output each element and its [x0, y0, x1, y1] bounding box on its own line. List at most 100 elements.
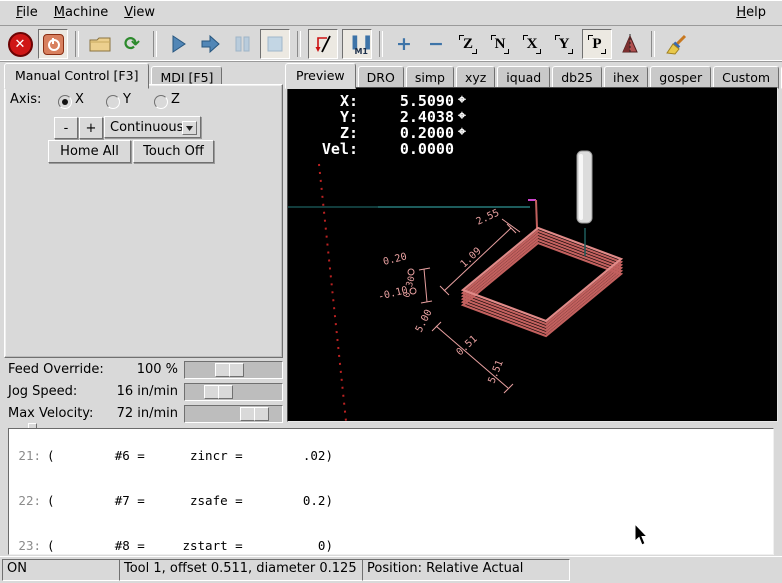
view-z-rotated-button[interactable]: N [486, 30, 514, 58]
feed-override-slider[interactable] [184, 361, 283, 379]
menu-file[interactable]: File [8, 2, 46, 23]
estop-button[interactable]: ✕ [6, 30, 34, 58]
tab-iquad[interactable]: iquad [497, 66, 550, 89]
max-velocity-label: Max Velocity: [8, 406, 93, 421]
step-button[interactable] [196, 30, 224, 58]
menu-help[interactable]: Help [728, 2, 774, 23]
folder-icon [89, 35, 111, 53]
mouse-cursor [634, 524, 650, 548]
tab-ihex[interactable]: ihex [604, 66, 648, 89]
axis-z-radio[interactable] [154, 95, 168, 113]
jog-speed-value: 16 in/min [117, 384, 178, 399]
m1-icon: ❚❚ M1 [346, 33, 368, 55]
view-perspective-button[interactable]: P [582, 29, 612, 59]
stop-icon [266, 35, 284, 53]
view-z-icon: Z [460, 35, 476, 54]
skip-lines-icon [313, 34, 333, 54]
reload-icon: ⟳ [124, 35, 140, 54]
zoom-in-icon: + [396, 35, 412, 54]
reload-button[interactable]: ⟳ [118, 30, 146, 58]
dim-x-end: 5.51 [487, 359, 506, 385]
homed-icon: ⌖ [458, 109, 466, 125]
jog-minus-button[interactable]: - [54, 117, 78, 139]
preview-canvas[interactable]: 2.55 1.09 0.20 0.30 -0.10 5.00 0.51 5.51… [287, 87, 778, 422]
dro-row-x: X: 5.5090 ⌖ [294, 93, 466, 109]
gcode-line: 21:( #6 = zincr = .02) [11, 448, 468, 463]
axis-label: Axis: [10, 92, 41, 107]
toolbar-separator [153, 31, 157, 57]
homed-icon: ⌖ [458, 93, 466, 109]
jog-speed-slider[interactable] [184, 383, 283, 401]
open-file-button[interactable] [86, 30, 114, 58]
clear-plot-button[interactable] [662, 30, 690, 58]
jog-plus-button[interactable]: + [79, 117, 103, 139]
feed-override-value: 100 % [137, 362, 178, 377]
rotate-view-button[interactable] [616, 30, 644, 58]
tool-info-cell: Tool 1, offset 0.511, diameter 0.125 [119, 559, 365, 581]
gcode-line: 23:( #8 = zstart = 0) [11, 538, 468, 553]
feed-override-label: Feed Override: [8, 362, 104, 377]
estop-icon: ✕ [8, 32, 33, 57]
jog-mode-dropdown[interactable]: Continuous [104, 116, 201, 138]
tab-db25[interactable]: db25 [552, 66, 602, 89]
home-all-button[interactable]: Home All [48, 140, 131, 163]
toolbar-separator [297, 31, 301, 57]
axis-y-label[interactable]: Y [123, 92, 131, 107]
dim-z-bottom: -0.10 [377, 285, 409, 303]
axis-x-label[interactable]: X [75, 92, 84, 107]
step-arrow-icon [199, 34, 221, 54]
view-x-button[interactable]: X [518, 30, 546, 58]
toolbar-separator [651, 31, 655, 57]
menu-bar: File Machine View Help [0, 0, 782, 26]
gcode-line: 22:( #7 = zsafe = 0.2) [11, 493, 468, 508]
pause-button[interactable] [228, 30, 256, 58]
slider-thumb[interactable] [229, 363, 244, 377]
tab-gosper[interactable]: gosper [650, 66, 711, 89]
machine-power-button[interactable] [38, 29, 68, 59]
max-velocity-slider[interactable] [184, 405, 283, 423]
slider-thumb[interactable] [240, 407, 255, 421]
axis-x-radio[interactable] [58, 95, 72, 113]
chevron-down-icon [182, 121, 197, 135]
position-mode-cell: Position: Relative Actual [362, 559, 570, 581]
slider-thumb[interactable] [218, 385, 233, 399]
tab-manual-control[interactable]: Manual Control [F3] [4, 63, 149, 89]
power-icon [43, 34, 64, 55]
skip-lines-button[interactable] [308, 29, 338, 59]
tab-xyz[interactable]: xyz [456, 66, 495, 89]
dro-readout: X: 5.5090 ⌖ Y: 2.4038 ⌖ Z: 0.2000 ⌖ Vel:… [294, 93, 466, 157]
view-z-button[interactable]: Z [454, 30, 482, 58]
slider-thumb[interactable] [254, 407, 269, 421]
slider-thumb[interactable] [215, 363, 230, 377]
tab-preview[interactable]: Preview [285, 63, 356, 89]
pause-icon [233, 35, 251, 53]
axis-z-label[interactable]: Z [171, 92, 180, 107]
axis-y-radio[interactable] [106, 95, 120, 113]
zoom-out-icon: − [428, 35, 444, 54]
feed-override-row: Feed Override: 100 % [0, 361, 284, 379]
dim-top-edge: 2.55 [475, 208, 501, 228]
broom-icon [664, 33, 688, 55]
tab-custom[interactable]: Custom [713, 66, 779, 89]
zoom-out-button[interactable]: − [422, 30, 450, 58]
status-bar: ON Tool 1, offset 0.511, diameter 0.125 … [0, 556, 782, 583]
tab-dro[interactable]: DRO [358, 66, 404, 89]
run-button[interactable] [164, 30, 192, 58]
view-y-button[interactable]: Y [550, 30, 578, 58]
view-perspective-icon: P [589, 35, 604, 54]
gcode-lines: 21:( #6 = zincr = .02) 22:( #7 = zsafe =… [11, 428, 468, 555]
menu-view[interactable]: View [116, 2, 163, 23]
toolbar: ✕ ⟳ [0, 27, 782, 62]
stop-button[interactable] [260, 29, 290, 59]
dro-row-vel: Vel: 0.0000 [294, 141, 466, 157]
slider-thumb[interactable] [204, 385, 219, 399]
right-tab-bar: Preview DRO simp xyz iquad db25 ihex gos… [285, 63, 782, 89]
menu-machine[interactable]: Machine [46, 2, 116, 23]
tab-simp[interactable]: simp [406, 66, 454, 89]
optional-pause-m1-button[interactable]: ❚❚ M1 [342, 29, 372, 59]
gcode-text-area[interactable]: 21:( #6 = zincr = .02) 22:( #7 = zsafe =… [8, 428, 774, 555]
jog-speed-label: Jog Speed: [8, 384, 77, 399]
touch-off-button[interactable]: Touch Off [133, 140, 214, 163]
rotate-cone-icon [619, 33, 641, 55]
zoom-in-button[interactable]: + [390, 30, 418, 58]
